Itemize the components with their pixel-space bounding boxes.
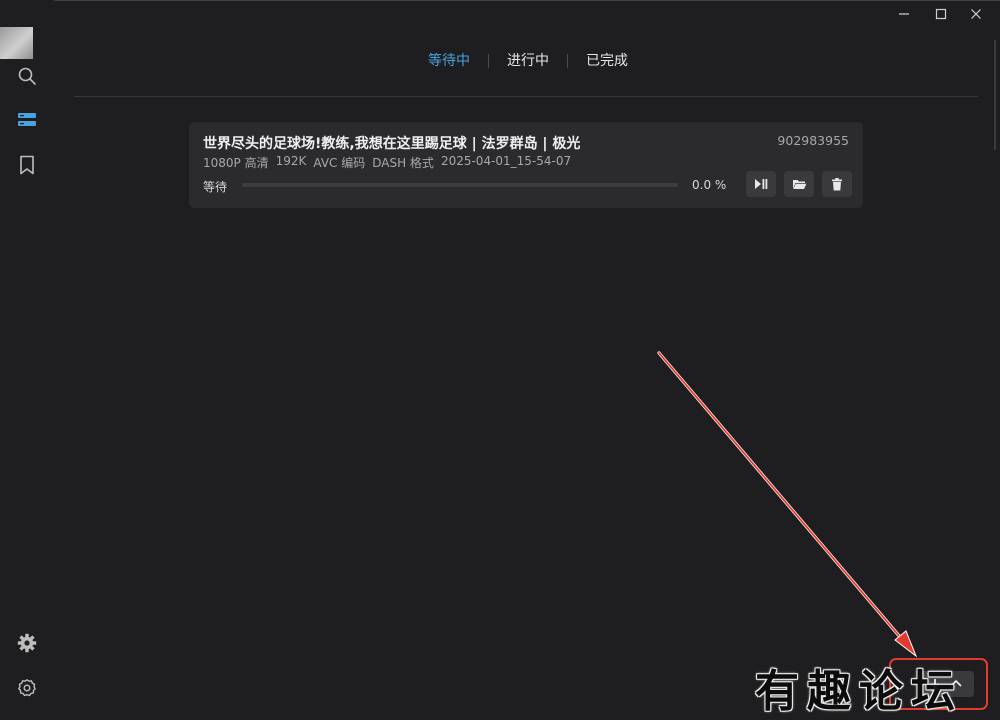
app-window: 等待中 进行中 已完成 世界尽头的足球场!教练,我想在这里踢足球 | 法罗群岛 … <box>0 0 1000 720</box>
annotation-arrow <box>657 351 918 658</box>
annotation-highlight-box <box>889 658 988 710</box>
